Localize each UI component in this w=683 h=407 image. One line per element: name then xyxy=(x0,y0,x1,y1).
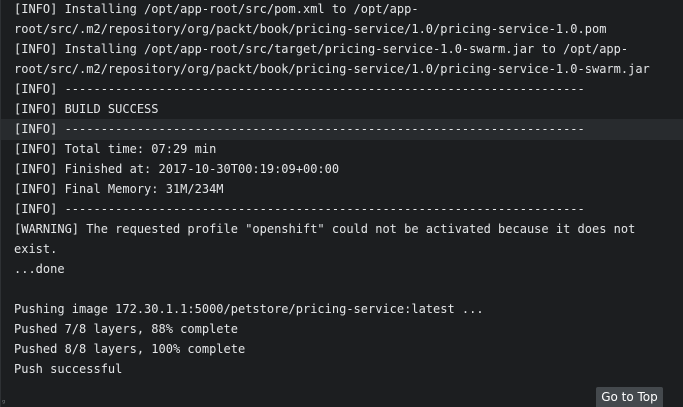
log-line: [INFO] Total time: 07:29 min xyxy=(14,142,217,156)
log-line: [INFO] ---------------------------------… xyxy=(14,122,585,136)
log-line: root/src/.m2/repository/org/packt/book/p… xyxy=(14,62,650,76)
log-line: ...done xyxy=(14,262,65,276)
log-line: [INFO] Final Memory: 31M/234M xyxy=(14,182,224,196)
log-line: Pushed 8/8 layers, 100% complete xyxy=(14,342,246,356)
log-line: [INFO] ---------------------------------… xyxy=(14,202,585,216)
log-line: [INFO] Finished at: 2017-10-30T00:19:09+… xyxy=(14,162,340,176)
log-line: [INFO] Installing /opt/app-root/src/targ… xyxy=(14,42,629,56)
log-line: Push successful xyxy=(14,362,123,376)
log-line: [INFO] ---------------------------------… xyxy=(14,82,585,96)
log-line: [INFO] BUILD SUCCESS xyxy=(14,102,159,116)
log-line: Pushed 7/8 layers, 88% complete xyxy=(14,322,238,336)
build-log: [INFO] Installing /opt/app-root/src/pom.… xyxy=(14,0,679,379)
go-to-top-button[interactable]: Go to Top xyxy=(596,387,663,407)
log-line: Pushing image 172.30.1.1:5000/petstore/p… xyxy=(14,302,484,316)
log-line: exist. xyxy=(14,242,58,256)
build-log-panel: [INFO] Installing /opt/app-root/src/pom.… xyxy=(0,0,683,407)
corner-glyph: ᵍ xyxy=(2,398,6,407)
log-line: [WARNING] The requested profile "openshi… xyxy=(14,222,636,236)
log-line: root/src/.m2/repository/org/packt/book/p… xyxy=(14,22,607,36)
log-line: [INFO] Installing /opt/app-root/src/pom.… xyxy=(14,2,419,16)
